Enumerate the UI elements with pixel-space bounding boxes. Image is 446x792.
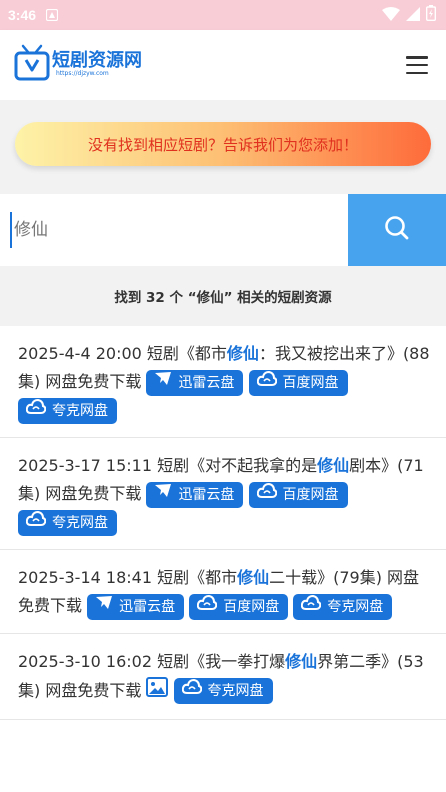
list-item[interactable]: 2025-4-4 20:00 短剧《都市修仙：我又被挖出来了》(88集) 网盘免… [0, 326, 446, 438]
search-bar [0, 194, 446, 266]
item-keyword: 修仙 [317, 456, 350, 475]
result-summary: 找到 32 个 “修仙” 相关的短剧资源 [0, 266, 446, 326]
bird-icon [154, 482, 172, 508]
cloud-icon [25, 510, 47, 536]
xunlei-label: 迅雷云盘 [178, 374, 235, 391]
baidu-label: 百度网盘 [282, 486, 339, 503]
list-item[interactable]: 2025-3-14 18:41 短剧《都市修仙二十载》(79集) 网盘免费下载 … [0, 550, 446, 634]
item-title-prefix: 2025-4-4 20:00 短剧《都市 [18, 344, 227, 363]
app-header: 短剧资源网 https://djzyw.com [0, 30, 446, 100]
broken-image-icon [146, 676, 169, 707]
list-item[interactable]: 2025-3-17 15:11 短剧《对不起我拿的是修仙剧本》(71集) 网盘免… [0, 438, 446, 550]
quark-link-button[interactable]: 夸克网盘 [18, 510, 117, 536]
logo-subtitle: https://djzyw.com [56, 70, 109, 77]
cloud-icon [25, 398, 47, 424]
tv-icon [14, 44, 50, 86]
item-title-prefix: 2025-3-10 16:02 短剧《我一拳打爆 [18, 651, 286, 671]
quark-label: 夸克网盘 [207, 683, 264, 699]
bird-icon [95, 594, 113, 620]
request-banner-button[interactable]: 没有找到相应短剧？告诉我们为您添加！ [15, 122, 431, 166]
item-title-prefix: 2025-3-14 18:41 短剧《都市 [18, 568, 238, 587]
logo-title: 短剧资源网 [52, 50, 142, 71]
notification-icon [45, 6, 59, 25]
item-keyword: 修仙 [285, 651, 318, 671]
menu-icon[interactable] [406, 56, 428, 74]
quark-label: 夸克网盘 [52, 403, 108, 419]
status-bar: 3:46 [0, 0, 446, 30]
banner-area: 没有找到相应短剧？告诉我们为您添加！ [0, 100, 446, 194]
search-button[interactable] [348, 194, 446, 266]
item-keyword: 修仙 [226, 344, 259, 363]
search-input[interactable] [10, 212, 348, 248]
site-logo[interactable]: 短剧资源网 https://djzyw.com [14, 44, 142, 86]
xunlei-label: 迅雷云盘 [178, 486, 235, 503]
cloud-icon [197, 594, 218, 620]
quark-link-button[interactable]: 夸克网盘 [293, 593, 393, 620]
xunlei-label: 迅雷云盘 [119, 598, 176, 615]
search-icon [384, 215, 410, 245]
quark-link-button[interactable]: 夸克网盘 [173, 678, 273, 704]
cloud-icon [256, 370, 277, 396]
item-keyword: 修仙 [237, 568, 270, 587]
baidu-label: 百度网盘 [223, 598, 280, 615]
quark-link-button[interactable]: 夸克网盘 [18, 398, 117, 424]
xunlei-link-button[interactable]: 迅雷云盘 [146, 481, 244, 508]
item-title-prefix: 2025-3-17 15:11 短剧《对不起我拿的是 [18, 456, 318, 475]
quark-label: 夸克网盘 [327, 598, 384, 615]
baidu-link-button[interactable]: 百度网盘 [248, 369, 348, 396]
cloud-icon [301, 594, 322, 620]
quark-label: 夸克网盘 [52, 515, 108, 531]
battery-icon [425, 5, 437, 25]
baidu-link-button[interactable]: 百度网盘 [189, 593, 289, 620]
result-list: 2025-4-4 20:00 短剧《都市修仙：我又被挖出来了》(88集) 网盘免… [0, 326, 446, 720]
signal-icon [406, 6, 420, 25]
baidu-link-button[interactable]: 百度网盘 [248, 481, 348, 508]
baidu-label: 百度网盘 [282, 374, 339, 391]
wifi-icon [382, 6, 400, 25]
cloud-icon [181, 678, 202, 704]
status-time: 3:46 [8, 7, 37, 23]
xunlei-link-button[interactable]: 迅雷云盘 [146, 369, 244, 396]
cloud-icon [256, 482, 277, 508]
xunlei-link-button[interactable]: 迅雷云盘 [87, 593, 185, 620]
list-item[interactable]: 2025-3-10 16:02 短剧《我一拳打爆修仙界第二季》(53集) 网盘免… [0, 634, 446, 720]
bird-icon [154, 370, 172, 396]
